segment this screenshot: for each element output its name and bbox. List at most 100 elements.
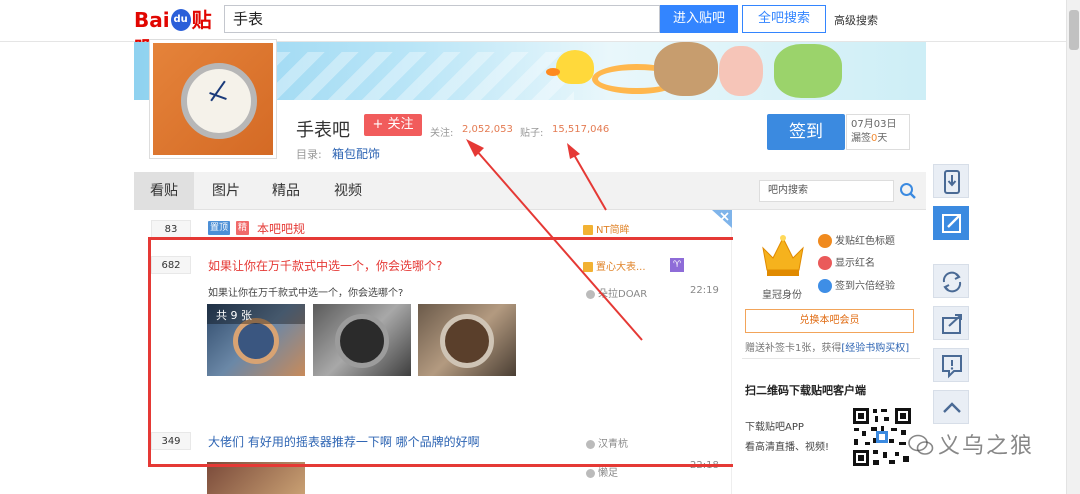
red-title-icon — [818, 234, 832, 248]
gift-link[interactable]: [经验书购买权] — [841, 343, 909, 354]
last-reply-name: 懒足 — [598, 468, 618, 479]
author-badge-icon — [583, 262, 593, 272]
crown-label: 皇冠身份 — [762, 290, 802, 301]
forum-name: 手表吧 — [296, 120, 350, 141]
search-all-button[interactable]: 全吧搜索 — [742, 5, 826, 33]
perk-label: 发贴红色标题 — [835, 236, 895, 247]
thread-time: 22:19 — [690, 285, 719, 296]
forum-avatar[interactable] — [150, 40, 276, 158]
missed-prefix: 漏签 — [851, 133, 871, 144]
thread-image[interactable] — [313, 304, 411, 376]
thread-image[interactable]: 共 9 张 — [207, 304, 305, 376]
report-icon — [942, 355, 962, 379]
watch-illustration — [233, 318, 279, 364]
download-app-button[interactable] — [933, 164, 969, 198]
crown-icon — [762, 235, 804, 276]
page-scrollbar[interactable] — [1066, 0, 1080, 494]
share-icon — [942, 314, 962, 334]
tab-posts[interactable]: 看贴 — [134, 172, 194, 210]
search-icon[interactable] — [898, 181, 918, 201]
thread-image[interactable] — [207, 462, 305, 494]
qr-subtitle: 下载贴吧APP — [745, 422, 804, 433]
catalog-label: 目录: — [296, 148, 322, 161]
thread-title[interactable]: 如果让你在万千款式中选一个，你会选哪个? — [208, 257, 442, 274]
close-icon[interactable] — [720, 212, 729, 221]
gift-text: 赠送补签卡1张，获得[经验书购买权] — [745, 339, 909, 354]
catalog-link[interactable]: 箱包配饰 — [332, 145, 380, 162]
top-bar: Baidu贴吧 手表 进入贴吧 全吧搜索 高级搜索 — [0, 0, 1080, 60]
thread-author[interactable]: 汉青杭 — [586, 435, 628, 450]
perk-red-name: 显示红名 — [818, 254, 875, 270]
gift-label: 赠送补签卡1张，获得 — [745, 343, 842, 354]
baidu-tieba-logo[interactable]: Baidu贴吧 — [134, 6, 222, 60]
author-name: 置心大表... — [596, 262, 646, 273]
last-reply-name: 朵拉DOAR — [598, 289, 648, 300]
last-reply-author[interactable]: 朵拉DOAR — [586, 285, 647, 300]
perk-label: 签到六倍经验 — [835, 281, 895, 292]
tab-images[interactable]: 图片 — [196, 172, 256, 210]
watch-illustration — [440, 314, 494, 368]
exp-icon — [818, 279, 832, 293]
reply-count: 349 — [151, 432, 191, 450]
last-reply-author[interactable]: 懒足 — [586, 464, 618, 479]
missed-suffix: 天 — [877, 133, 888, 144]
signin-info: 07月03日 漏签0天 — [846, 114, 910, 150]
search-input[interactable]: 手表 — [224, 5, 660, 33]
thread-image[interactable] — [418, 304, 516, 376]
thread-author[interactable]: NT简眸 — [583, 221, 630, 236]
reply-count: 83 — [151, 220, 191, 238]
user-icon — [586, 289, 595, 299]
pinned-tag: 置顶 — [208, 221, 231, 235]
refresh-button[interactable] — [933, 264, 969, 298]
author-name: 汉青杭 — [598, 439, 628, 450]
bear-illustration — [654, 42, 718, 96]
advanced-search-link[interactable]: 高级搜索 — [834, 12, 878, 28]
phone-download-icon — [944, 170, 960, 194]
new-post-button[interactable] — [933, 206, 969, 240]
signin-button[interactable]: 签到 — [767, 114, 845, 150]
in-forum-search-input[interactable]: 吧内搜索 — [759, 180, 894, 202]
chevron-up-icon — [943, 402, 961, 413]
tab-videos[interactable]: 视频 — [318, 172, 378, 210]
watermark-text: 义乌之狼 — [938, 434, 1035, 459]
divider — [742, 358, 920, 359]
creature-illustration — [774, 44, 842, 98]
refresh-icon — [942, 271, 962, 293]
share-button[interactable] — [933, 306, 969, 340]
posts-label: 贴子: — [520, 128, 544, 139]
back-to-top-button[interactable] — [933, 390, 969, 424]
followers-label: 关注: — [430, 128, 454, 139]
banner-pattern — [274, 52, 574, 100]
report-button[interactable] — [933, 348, 969, 382]
perk-red-title: 发贴红色标题 — [818, 232, 895, 248]
image-count: 共 9 张 — [216, 309, 252, 322]
red-name-icon — [818, 256, 832, 270]
girl-illustration — [719, 46, 763, 96]
thread-excerpt: 如果让你在万千款式中选一个，你会选哪个? — [208, 288, 404, 299]
user-icon — [586, 439, 595, 449]
scrollbar-thumb[interactable] — [1069, 10, 1079, 50]
logo-text-left: Bai — [134, 8, 170, 32]
author-badge-icon — [583, 225, 593, 235]
qr-title: 扫二维码下载贴吧客户端 — [745, 384, 866, 397]
qr-code-icon[interactable] — [851, 406, 913, 468]
watch-illustration — [335, 314, 389, 368]
thread-title[interactable]: 本吧吧规 — [257, 220, 305, 237]
featured-tag: 精 — [236, 221, 250, 235]
thread-time: 22:18 — [690, 460, 719, 471]
duck-illustration — [546, 50, 594, 84]
reply-count: 682 — [151, 256, 191, 274]
posts-count: 15,517,046 — [552, 124, 610, 135]
redeem-membership-button[interactable]: 兑换本吧会员 — [745, 309, 914, 333]
user-icon — [586, 468, 595, 478]
wechat-logo-icon — [908, 434, 934, 455]
followers-count: 2,052,053 — [462, 124, 513, 135]
tab-featured[interactable]: 精品 — [256, 172, 316, 210]
thread-title[interactable]: 大佬们 有好用的摇表器推荐一下啊 哪个品牌的好啊 — [208, 433, 480, 450]
follow-button[interactable]: + 关注 — [364, 114, 422, 136]
enter-forum-button[interactable]: 进入贴吧 — [660, 5, 738, 33]
signin-date: 07月03日 — [851, 119, 897, 130]
perk-exp: 签到六倍经验 — [818, 277, 895, 293]
perk-label: 显示红名 — [835, 258, 875, 269]
thread-author[interactable]: 置心大表... — [583, 258, 646, 273]
